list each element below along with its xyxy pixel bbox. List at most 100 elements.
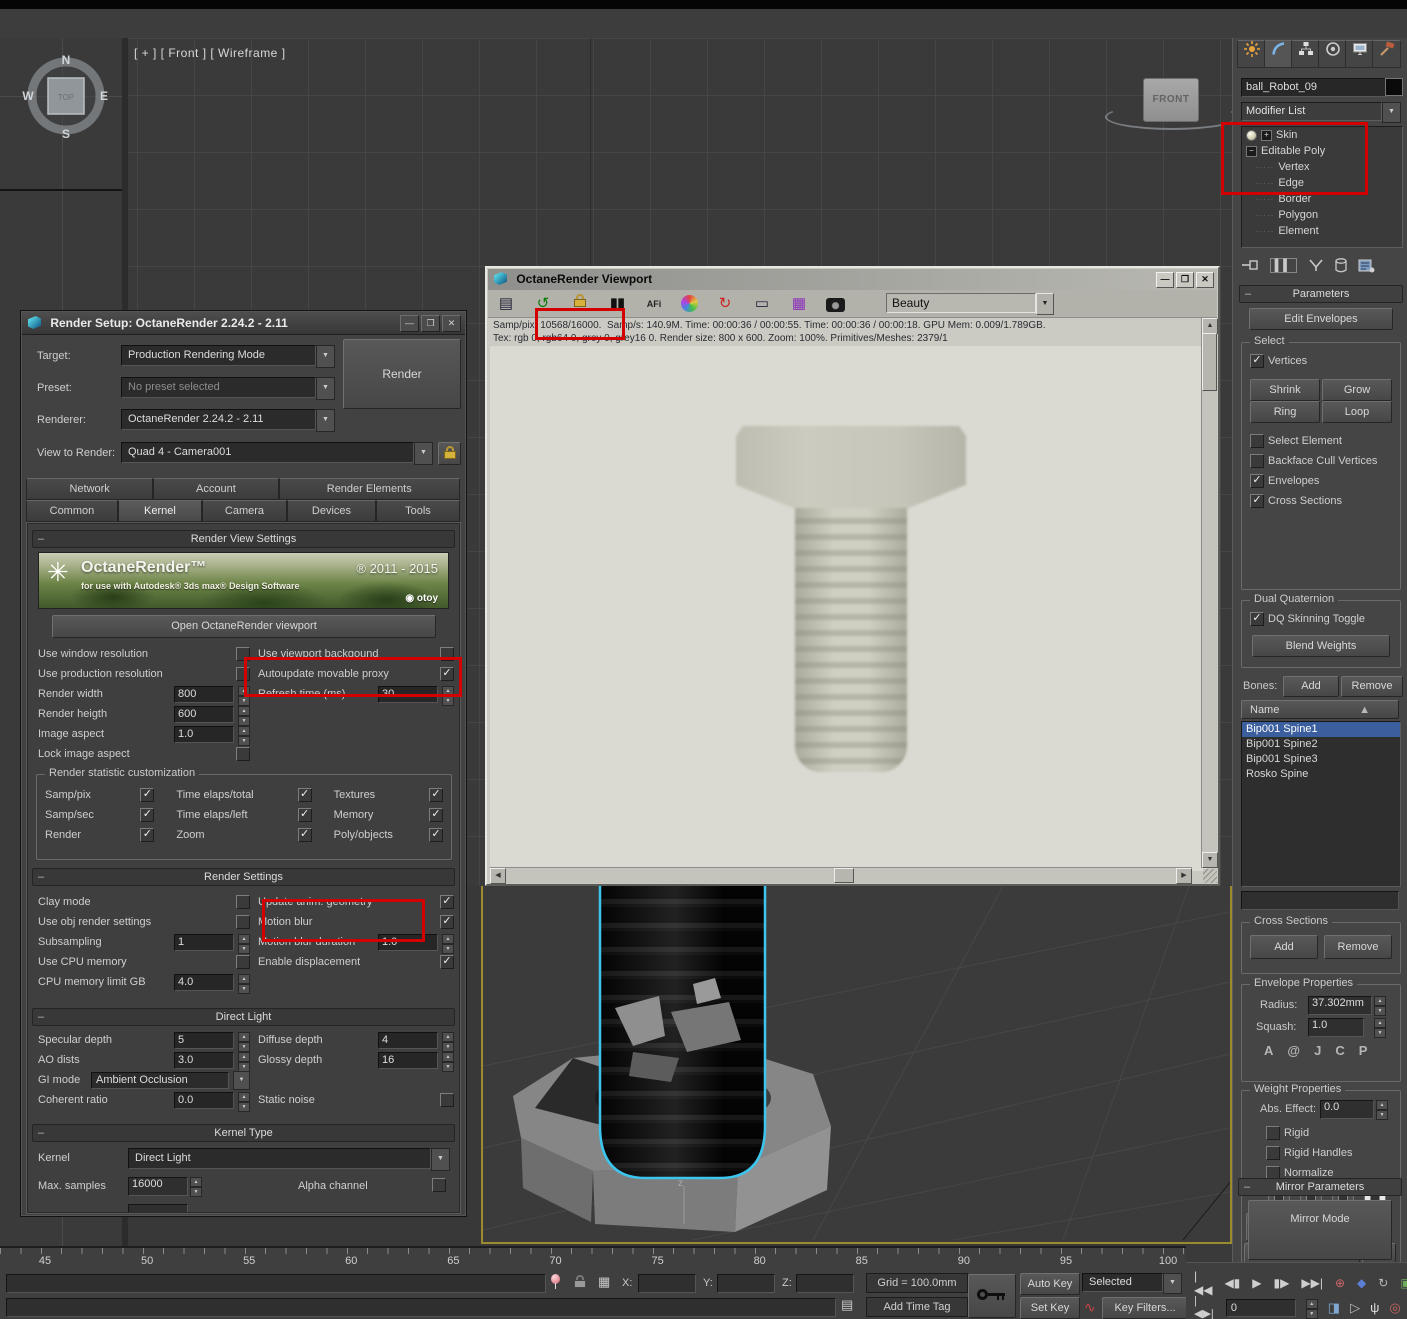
renderer-value[interactable]: OctaneRender 2.24.2 - 2.11 [121, 409, 316, 430]
modifier-stack[interactable]: + Skin − Editable Poly ····· Vertex ····· Edge ·… [1241, 126, 1403, 248]
collapse-icon[interactable]: – [1245, 286, 1251, 302]
chevron-down-icon[interactable]: ▼ [316, 409, 335, 432]
add-time-tag[interactable]: Add Time Tag [866, 1297, 968, 1317]
dq-skinning-toggle-checkbox[interactable]: ✓ [1250, 612, 1264, 626]
stack-item-border[interactable]: ····· Border [1242, 191, 1402, 207]
maxscript-mini-listener[interactable] [6, 1274, 546, 1293]
make-unique-icon[interactable] [1308, 258, 1324, 272]
stack-item-editable-poly[interactable]: − Editable Poly [1242, 143, 1402, 159]
stack-item-polygon[interactable]: ····· Polygon [1242, 207, 1402, 223]
motion-blur-duration-field[interactable]: 1.0 [378, 933, 438, 951]
tab-utilities[interactable] [1372, 40, 1401, 68]
squash-spinner[interactable]: ▲ ▼ [1374, 1018, 1386, 1038]
kernel-value[interactable]: Direct Light [128, 1148, 431, 1169]
use-production-resolution-checkbox[interactable] [236, 667, 250, 681]
abs-effect-spinner[interactable]: ▲ ▼ [1376, 1100, 1388, 1120]
object-color-swatch[interactable] [1385, 78, 1403, 96]
open-octane-viewport-button[interactable]: Open OctaneRender viewport [52, 615, 436, 638]
tab-hierarchy[interactable] [1291, 40, 1320, 68]
isolate-pin-icon[interactable] [551, 1274, 561, 1289]
exclude-vertices-icon[interactable]: @ [1287, 1043, 1300, 1058]
gi-mode-combo-arrow[interactable]: ▼ [233, 1070, 250, 1090]
chevron-down-icon[interactable]: ▼ [431, 1148, 450, 1171]
viewport-label[interactable]: [ + ] [ Front ] [ Wireframe ] [134, 46, 286, 60]
minimize-button[interactable]: — [1156, 272, 1174, 288]
key-filters-button[interactable]: Key Filters... [1102, 1297, 1188, 1319]
tab-devices[interactable]: Devices [286, 500, 376, 522]
select-and-place-icon[interactable]: ◆ [1357, 1276, 1366, 1290]
collapse-icon[interactable]: − [1246, 145, 1257, 157]
mirror-parameters-rollout-header[interactable]: – Mirror Parameters [1238, 1178, 1402, 1196]
kernel-dropdown[interactable]: Direct Light ▼ [128, 1148, 450, 1171]
squash-field[interactable]: 1.0 [1308, 1018, 1364, 1037]
motion-blur-checkbox[interactable]: ✓ [440, 915, 454, 929]
subsampling-spinner[interactable]: ▲ ▼ [238, 933, 250, 954]
target-value[interactable]: Production Rendering Mode [121, 345, 316, 366]
stack-item-edge[interactable]: ····· Edge [1242, 175, 1402, 191]
h-scroll-thumb[interactable] [834, 868, 854, 883]
specular-depth-spinner[interactable]: ▲ ▼ [238, 1031, 250, 1052]
selection-lock-icon[interactable] [574, 1275, 586, 1289]
show-end-result-icon[interactable]: ▍▍ [1270, 257, 1297, 273]
kernel-type-header[interactable]: – Kernel Type [32, 1124, 455, 1142]
render-settings-header[interactable]: – Render Settings [32, 868, 455, 886]
bones-add-button[interactable]: Add [1283, 676, 1339, 697]
subsampling-field[interactable]: 1 [174, 933, 234, 951]
clipped-field[interactable] [128, 1204, 188, 1212]
render-width-field[interactable]: 800 [174, 685, 234, 703]
ring-button[interactable]: Ring [1250, 401, 1320, 423]
sort-ascending-icon[interactable]: ▲ [1359, 701, 1370, 720]
y-coordinate-field[interactable] [717, 1274, 775, 1293]
chevron-down-icon[interactable]: ▼ [1036, 292, 1054, 315]
tab-motion[interactable] [1318, 40, 1347, 68]
stack-item-element[interactable]: ····· Element [1242, 223, 1402, 239]
max-samples-field[interactable]: 16000 [128, 1177, 188, 1196]
motion-blur-duration-spinner[interactable]: ▲ ▼ [442, 933, 454, 954]
horizontal-scrollbar[interactable]: ◀ ▶ [490, 867, 1192, 884]
tab-kernel[interactable]: Kernel [117, 500, 202, 522]
render-width-spinner[interactable]: ▲ ▼ [238, 685, 250, 706]
cross-sections-remove-button[interactable]: Remove [1324, 935, 1392, 959]
octane-window-title-bar[interactable]: OctaneRender Viewport — ❐ ✕ [488, 269, 1217, 290]
bone-item-rosko-spine[interactable]: Rosko Spine [1242, 767, 1400, 782]
vertices-checkbox[interactable]: ✓ [1250, 354, 1264, 368]
timeline-ruler[interactable]: 45 50 55 60 65 70 75 80 85 90 95 100 [0, 1246, 1186, 1272]
radius-spinner[interactable]: ▲ ▼ [1374, 996, 1386, 1016]
cross-sections-add-button[interactable]: Add [1250, 935, 1318, 959]
key-mode-toggle-button[interactable]: |◀▶| [1194, 1295, 1216, 1319]
lock-resolution-icon[interactable] [570, 293, 590, 314]
tab-network[interactable]: Network [26, 478, 154, 500]
time-elaps-total-checkbox[interactable]: ✓ [297, 788, 312, 802]
vertical-scrollbar[interactable]: ▲ ▼ [1201, 318, 1218, 868]
select-and-move-icon[interactable]: ⊕ [1335, 1276, 1345, 1290]
backface-cull-vertices-checkbox[interactable] [1250, 454, 1264, 468]
ao-dists-spinner[interactable]: ▲ ▼ [238, 1051, 250, 1072]
renderer-dropdown[interactable]: OctaneRender 2.24.2 - 2.11 ▼ [121, 409, 335, 432]
octane-render-canvas[interactable] [490, 346, 1207, 871]
max-samples-spinner[interactable]: ▲ ▼ [190, 1177, 202, 1197]
autoupdate-movable-proxy-checkbox[interactable]: ✓ [440, 667, 454, 681]
tab-account[interactable]: Account [153, 478, 279, 500]
copy-envelope-icon[interactable]: C [1335, 1043, 1344, 1058]
tab-common[interactable]: Common [26, 500, 118, 522]
scroll-left-icon[interactable]: ◀ [490, 868, 506, 884]
cpu-memory-limit-gb-spinner[interactable]: ▲ ▼ [238, 973, 250, 994]
rigid-checkbox[interactable] [1266, 1126, 1280, 1140]
restart-render-icon[interactable]: ↺ [533, 294, 553, 314]
rigid-handles-checkbox[interactable] [1266, 1146, 1280, 1160]
parameters-rollout-header[interactable]: – Parameters [1239, 285, 1403, 303]
update-anim-geometry-checkbox[interactable]: ✓ [440, 895, 454, 909]
chevron-down-icon[interactable]: ▼ [414, 442, 433, 465]
diffuse-depth-spinner[interactable]: ▲ ▼ [442, 1031, 454, 1052]
chevron-down-icon[interactable]: ▼ [1163, 1273, 1182, 1294]
isolate-icon[interactable]: ▷ [1350, 1300, 1360, 1316]
next-frame-button[interactable]: ▮▶ [1274, 1276, 1290, 1290]
resize-grip[interactable] [1203, 869, 1217, 883]
bones-remove-button[interactable]: Remove [1341, 676, 1403, 697]
camera-icon[interactable] [826, 298, 845, 312]
render-pass-value[interactable]: Beauty [886, 292, 1036, 313]
tab-display[interactable] [1345, 40, 1374, 68]
pin-stack-icon[interactable] [1241, 258, 1259, 272]
lock-image-aspect-checkbox[interactable] [236, 747, 250, 761]
frame-spinner[interactable]: ▲ ▼ [1305, 1298, 1318, 1319]
